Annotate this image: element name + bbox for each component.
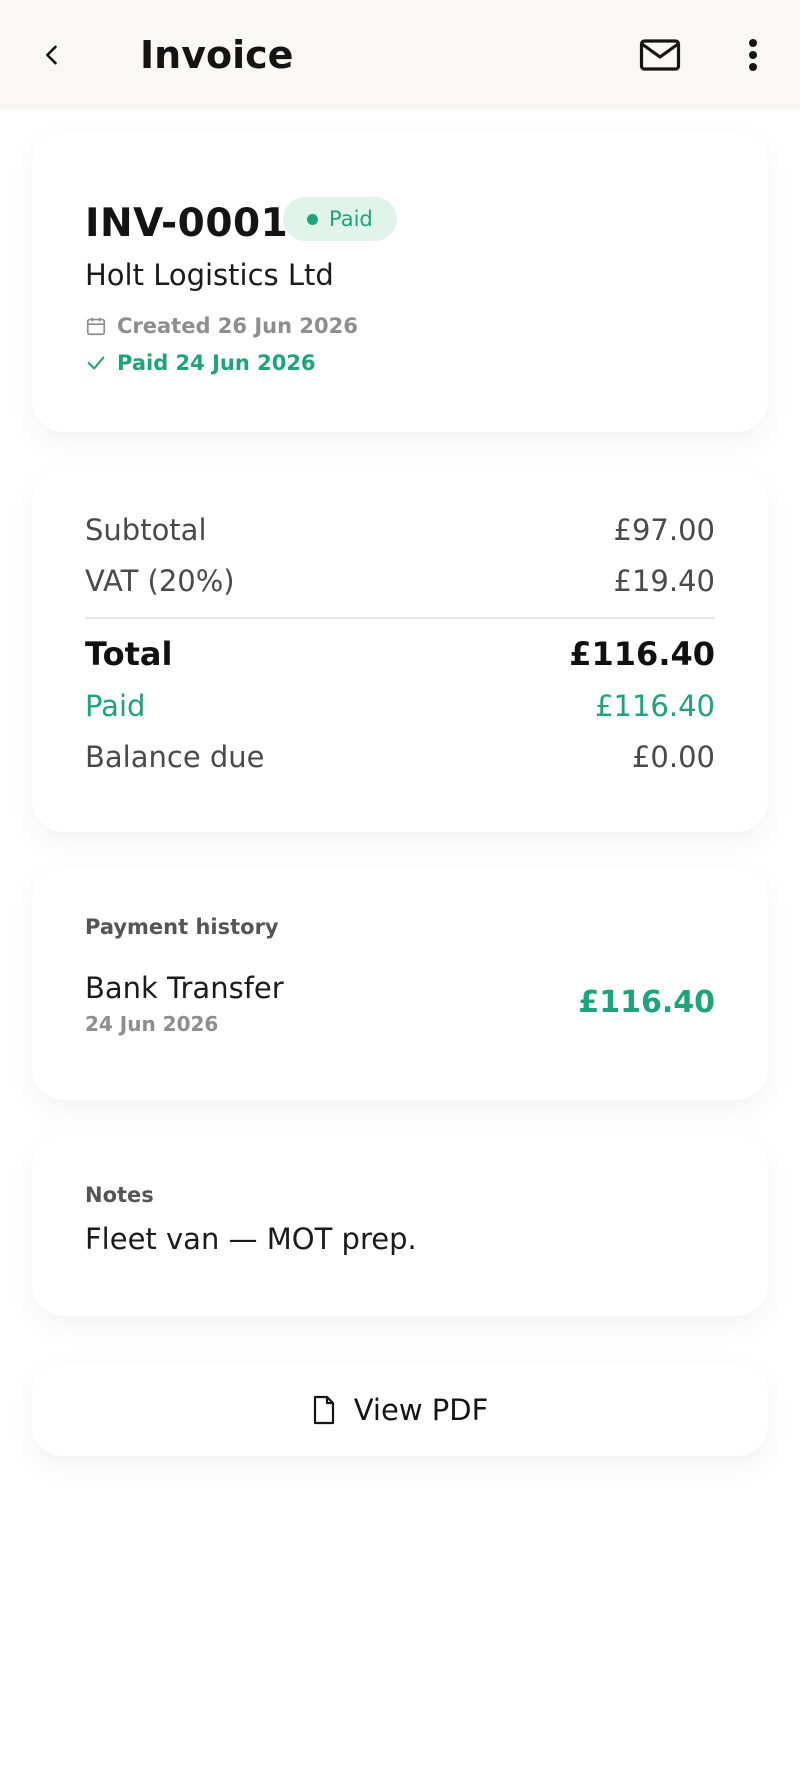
vat-label: VAT (20%) xyxy=(85,564,235,598)
notes-heading: Notes xyxy=(85,1183,154,1207)
balance-due-label: Balance due xyxy=(85,740,265,774)
payment-method: Bank Transfer xyxy=(85,971,284,1005)
payment-date: 24 Jun 2026 xyxy=(85,1012,219,1036)
payment-history-heading: Payment history xyxy=(85,915,279,939)
more-menu-button[interactable] xyxy=(723,25,783,85)
notes-text: Fleet van — MOT prep. xyxy=(85,1222,417,1256)
back-button[interactable] xyxy=(22,25,82,85)
totals-divider xyxy=(85,617,715,619)
total-label: Total xyxy=(85,635,173,673)
client-name: Holt Logistics Ltd xyxy=(85,258,334,292)
view-pdf-button[interactable]: View PDF xyxy=(32,1364,768,1456)
page-title: Invoice xyxy=(140,33,294,77)
subtotal-label: Subtotal xyxy=(85,513,207,547)
more-vertical-icon xyxy=(749,39,757,71)
created-date: Created 26 Jun 2026 xyxy=(117,314,358,338)
subtotal-row: Subtotal £97.00 xyxy=(85,510,715,550)
payment-amount: £116.40 xyxy=(578,985,715,1020)
status-badge: Paid xyxy=(283,197,397,241)
vat-value: £19.40 xyxy=(613,564,715,598)
check-icon xyxy=(87,356,105,370)
calendar-icon xyxy=(86,317,106,336)
chevron-left-icon xyxy=(46,45,57,65)
balance-due-row: Balance due £0.00 xyxy=(85,737,715,777)
subtotal-value: £97.00 xyxy=(613,513,715,547)
totals-card: Subtotal £97.00 VAT (20%) £19.40 Total £… xyxy=(32,470,768,832)
view-pdf-content: View PDF xyxy=(32,1364,768,1456)
vat-row: VAT (20%) £19.40 xyxy=(85,561,715,601)
email-button[interactable] xyxy=(630,25,690,85)
invoice-number: INV-0001 xyxy=(85,201,289,246)
total-value: £116.40 xyxy=(569,635,715,673)
payment-history-card: Payment history Bank Transfer 24 Jun 202… xyxy=(32,868,768,1100)
total-row: Total £116.40 xyxy=(85,634,715,674)
paid-row: Paid £116.40 xyxy=(85,686,715,726)
balance-due-value: £0.00 xyxy=(631,740,715,774)
paid-date: Paid 24 Jun 2026 xyxy=(117,351,316,375)
status-label: Paid xyxy=(329,207,373,231)
mail-icon xyxy=(639,39,681,71)
notes-card: Notes Fleet van — MOT prep. xyxy=(32,1136,768,1316)
status-dot-icon xyxy=(307,213,318,225)
paid-label: Paid xyxy=(85,689,146,723)
invoice-header-card: INV-0001 Paid Holt Logistics Ltd Created… xyxy=(32,132,768,432)
paid-value: £116.40 xyxy=(595,689,715,723)
app-bar: Invoice xyxy=(0,0,800,110)
file-icon xyxy=(313,1395,334,1425)
view-pdf-label: View PDF xyxy=(353,1393,489,1427)
paid-date-row: Paid 24 Jun 2026 xyxy=(85,348,316,378)
created-date-row: Created 26 Jun 2026 xyxy=(85,311,358,341)
